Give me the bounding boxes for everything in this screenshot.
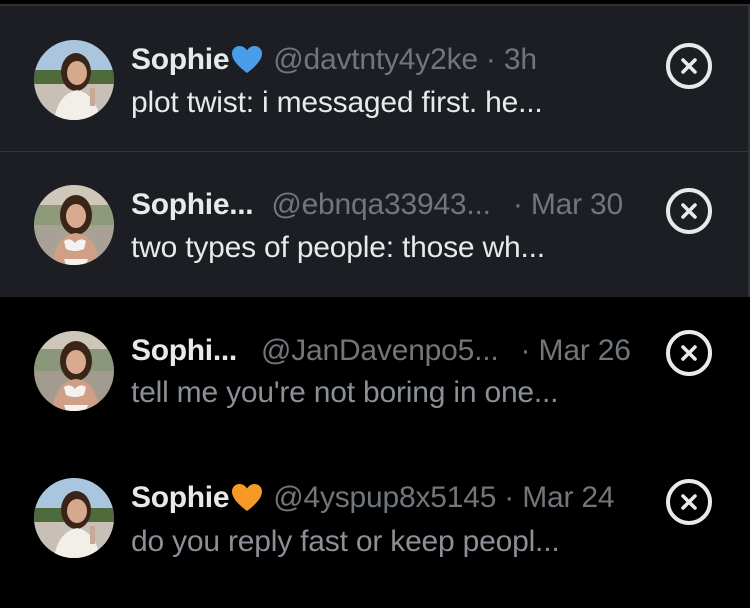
dismiss-button[interactable] [666, 479, 712, 525]
timestamp: Mar 26 [538, 334, 631, 367]
avatar[interactable] [34, 478, 114, 558]
profile-photo [34, 185, 114, 265]
dismiss-button[interactable] [666, 330, 712, 376]
timestamp: 3h [503, 43, 537, 76]
conversation-header: Sophie @davtnty4y2ke · 3h [131, 40, 537, 80]
username-handle: @JanDavenpo5... [260, 334, 499, 367]
profile-photo [34, 40, 114, 120]
username-handle: @davtnty4y2ke [273, 43, 478, 76]
dismiss-button[interactable] [666, 188, 712, 234]
close-icon [681, 494, 697, 510]
message-preview: tell me you're not boring in one... [131, 376, 559, 409]
separator-dot: · [512, 188, 523, 221]
close-icon [681, 203, 697, 219]
avatar[interactable] [34, 40, 114, 120]
conversation-header: Sophie... @ebnqa33943... · Mar 30 [131, 185, 623, 225]
timestamp: Mar 30 [530, 188, 623, 221]
conversation-row[interactable]: Sophie @davtnty4y2ke · 3h plot twist: i … [0, 4, 750, 151]
conversation-header: Sophi... @JanDavenpo5... · Mar 26 [131, 331, 631, 371]
avatar[interactable] [34, 185, 114, 265]
conversation-row[interactable]: Sophie... @ebnqa33943... · Mar 30 two ty… [0, 151, 750, 297]
blue-heart-icon [231, 45, 263, 75]
separator-dot: · [485, 43, 496, 76]
conversation-row[interactable]: Sophie @4yspup8x5145 · Mar 24 do you rep… [0, 446, 750, 608]
dismiss-button[interactable] [666, 43, 712, 89]
display-name: Sophie [131, 43, 230, 76]
profile-photo [34, 478, 114, 558]
conversation-header: Sophie @4yspup8x5145 · Mar 24 [131, 478, 615, 518]
close-icon [681, 58, 697, 74]
avatar[interactable] [34, 331, 114, 411]
close-icon [681, 345, 697, 361]
message-requests-list: Sophie @davtnty4y2ke · 3h plot twist: i … [0, 0, 750, 608]
display-name: Sophie [131, 481, 230, 514]
message-preview: two types of people: those wh... [131, 231, 545, 264]
message-preview: do you reply fast or keep peopl... [131, 525, 560, 558]
message-preview: plot twist: i messaged first. he... [131, 86, 543, 119]
username-handle: @ebnqa33943... [271, 188, 491, 221]
timestamp: Mar 24 [522, 481, 615, 514]
conversation-row[interactable]: Sophi... @JanDavenpo5... · Mar 26 tell m… [0, 297, 750, 446]
separator-dot: · [504, 481, 515, 514]
display-name: Sophi... [131, 334, 237, 367]
orange-heart-icon [231, 483, 263, 513]
separator-dot: · [520, 334, 531, 367]
profile-photo [34, 331, 114, 411]
username-handle: @4yspup8x5145 [273, 481, 497, 514]
display-name: Sophie... [131, 188, 254, 221]
